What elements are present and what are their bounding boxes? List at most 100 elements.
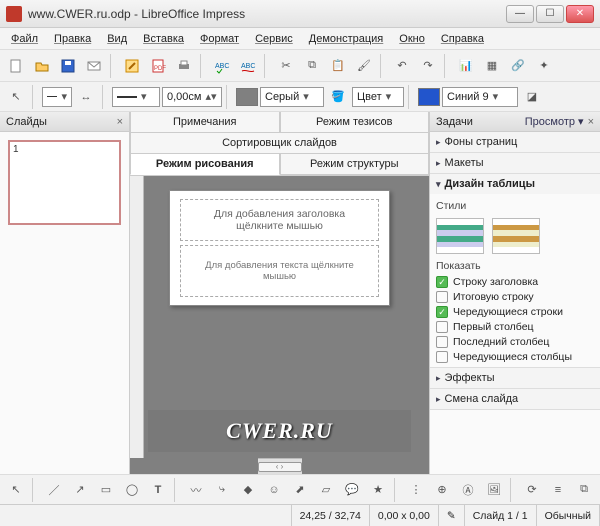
arrow-line-tool[interactable]: ↗ — [68, 478, 92, 502]
close-button[interactable]: ✕ — [566, 5, 594, 23]
basic-shapes-tool[interactable]: ◆ — [236, 478, 260, 502]
line-size-spin[interactable]: 0,00см▴▾ — [162, 87, 222, 107]
title-placeholder[interactable]: Для добавления заголовка щёлкните мышью — [180, 199, 379, 241]
body-placeholder[interactable]: Для добавления текста щёлкните мышью — [180, 245, 379, 297]
maximize-button[interactable]: ☐ — [536, 5, 564, 23]
slide-thumbnail[interactable]: 1 — [8, 140, 121, 225]
from-file-tool[interactable]: 🖼 — [482, 478, 506, 502]
text-tool[interactable]: T — [146, 478, 170, 502]
fill-bucket-button[interactable]: 🪣 — [326, 85, 350, 109]
menu-window[interactable]: Окно — [392, 31, 432, 47]
task-panel-close-icon[interactable]: × — [588, 116, 594, 128]
copy-button[interactable]: ⧉ — [300, 54, 324, 78]
show-label: Показать — [436, 258, 594, 274]
fontwork-tool[interactable]: Ⓐ — [456, 478, 480, 502]
menu-format[interactable]: Формат — [193, 31, 246, 47]
tab-outline[interactable]: Режим структуры — [280, 154, 430, 175]
fill-color-box[interactable] — [236, 88, 258, 106]
status-bar: 24,25 / 32,74 0,00 x 0,00 ✎ Слайд 1 / 1 … — [0, 504, 600, 526]
horizontal-scrollbar[interactable]: ‹ › — [258, 458, 302, 474]
connector-tool[interactable]: ⤷ — [210, 478, 234, 502]
check-banded-cols[interactable]: Чередующиеся столбцы — [436, 351, 594, 363]
hyperlink-button[interactable]: 🔗 — [506, 54, 530, 78]
view-tabs: Примечания Режим тезисов Сортировщик сла… — [130, 112, 429, 176]
menu-tools[interactable]: Сервис — [248, 31, 300, 47]
section-table-design[interactable]: ▾Дизайн таблицы — [430, 174, 600, 194]
stars-tool[interactable]: ★ — [366, 478, 390, 502]
align-tool[interactable]: ≡ — [546, 478, 570, 502]
table-style-1[interactable] — [436, 218, 484, 254]
line-style-combo[interactable]: ▾ — [42, 87, 72, 107]
arrow-tool-button[interactable]: ↖ — [4, 85, 28, 109]
menu-view[interactable]: Вид — [100, 31, 134, 47]
menu-file[interactable]: Файл — [4, 31, 45, 47]
svg-text:ABC: ABC — [215, 63, 229, 70]
menu-insert[interactable]: Вставка — [136, 31, 191, 47]
task-panel-view-link[interactable]: Просмотр ▾ — [525, 115, 584, 128]
open-button[interactable] — [30, 54, 54, 78]
cut-button[interactable]: ✂ — [274, 54, 298, 78]
line-color-combo[interactable]: Синий 9▾ — [442, 87, 518, 107]
line-endings-button[interactable]: ↔ — [74, 85, 98, 109]
flowchart-tool[interactable]: ▱ — [314, 478, 338, 502]
block-arrows-tool[interactable]: ⬈ — [288, 478, 312, 502]
menu-help[interactable]: Справка — [434, 31, 491, 47]
points-tool[interactable]: ⋮ — [404, 478, 428, 502]
tab-drawing[interactable]: Режим рисования — [130, 154, 280, 175]
rotate-tool[interactable]: ⟳ — [520, 478, 544, 502]
section-layouts[interactable]: ▸Макеты — [430, 153, 600, 173]
tab-sorter[interactable]: Сортировщик слайдов — [130, 133, 429, 154]
redo-button[interactable]: ↷ — [416, 54, 440, 78]
menu-edit[interactable]: Правка — [47, 31, 98, 47]
check-last-col[interactable]: Последний столбец — [436, 336, 594, 348]
navigator-button[interactable]: ✦ — [532, 54, 556, 78]
curve-tool[interactable]: 〰 — [184, 478, 208, 502]
email-button[interactable] — [82, 54, 106, 78]
format-paint-button[interactable]: 🖌 — [352, 54, 376, 78]
ruler-vertical — [130, 176, 144, 458]
edit-button[interactable] — [120, 54, 144, 78]
status-modified-icon: ✎ — [439, 505, 465, 526]
slide-panel-close-icon[interactable]: × — [117, 116, 123, 128]
check-total-row[interactable]: Итоговую строку — [436, 291, 594, 303]
chart-button[interactable]: 📊 — [454, 54, 478, 78]
minimize-button[interactable]: — — [506, 5, 534, 23]
rect-tool[interactable]: ▭ — [94, 478, 118, 502]
slide-canvas[interactable]: Для добавления заголовка щёлкните мышью … — [130, 176, 429, 474]
arrange-tool[interactable]: ⧉ — [572, 478, 596, 502]
table-style-2[interactable] — [492, 218, 540, 254]
print-button[interactable] — [172, 54, 196, 78]
spellcheck-abc-button[interactable]: ABC — [210, 54, 234, 78]
undo-button[interactable]: ↶ — [390, 54, 414, 78]
check-header-row[interactable]: ✓Строку заголовка — [436, 276, 594, 288]
check-banded-rows[interactable]: ✓Чередующиеся строки — [436, 306, 594, 318]
callout-tool[interactable]: 💬 — [340, 478, 364, 502]
autocorrect-button[interactable]: ABC — [236, 54, 260, 78]
check-first-col[interactable]: Первый столбец — [436, 321, 594, 333]
paste-button[interactable]: 📋 — [326, 54, 350, 78]
symbol-shapes-tool[interactable]: ☺ — [262, 478, 286, 502]
fill-gray-combo[interactable]: Серый▾ — [260, 87, 324, 107]
tab-notes[interactable]: Примечания — [130, 112, 280, 133]
task-panel-title: Задачи — [436, 116, 473, 128]
ellipse-tool[interactable]: ◯ — [120, 478, 144, 502]
select-tool[interactable]: ↖ — [4, 478, 28, 502]
tab-handout[interactable]: Режим тезисов — [280, 112, 430, 133]
export-pdf-button[interactable]: PDF — [146, 54, 170, 78]
section-effects[interactable]: ▸Эффекты — [430, 368, 600, 388]
section-master-pages[interactable]: ▸Фоны страниц — [430, 132, 600, 152]
line-width-combo[interactable]: ▾ — [112, 87, 160, 107]
section-transition[interactable]: ▸Смена слайда — [430, 389, 600, 409]
menu-slideshow[interactable]: Демонстрация — [302, 31, 391, 47]
line-color-box[interactable] — [418, 88, 440, 106]
save-button[interactable] — [56, 54, 80, 78]
editing-area: Примечания Режим тезисов Сортировщик сла… — [130, 112, 430, 474]
line-tool[interactable]: ／ — [42, 478, 66, 502]
glue-tool[interactable]: ⊕ — [430, 478, 454, 502]
fill-type-combo[interactable]: Цвет▾ — [352, 87, 404, 107]
slide[interactable]: Для добавления заголовка щёлкните мышью … — [169, 190, 390, 306]
table-button[interactable]: ▦ — [480, 54, 504, 78]
shadow-button[interactable]: ◪ — [520, 85, 544, 109]
status-slide: Слайд 1 / 1 — [465, 505, 537, 526]
new-doc-button[interactable] — [4, 54, 28, 78]
